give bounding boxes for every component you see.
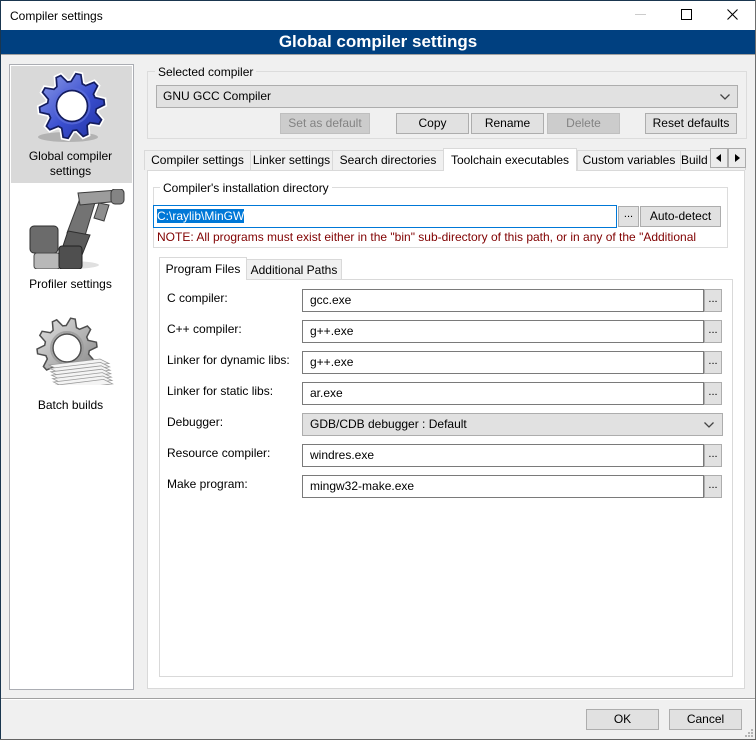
browse-file-button[interactable]: ... [704, 444, 722, 467]
installation-directory-legend: Compiler's installation directory [160, 181, 332, 195]
gray-gear-stack-icon [12, 315, 133, 385]
selected-compiler-legend: Selected compiler [155, 65, 256, 79]
maximize-icon [681, 9, 692, 20]
selected-text: C:\raylib\MinGW [157, 209, 244, 223]
c++-compiler-input[interactable]: g++.exe [302, 320, 704, 343]
note-text: NOTE: All programs must exist either in … [157, 230, 724, 244]
compiler-settings-dialog: Compiler settings Global compiler settin… [0, 0, 756, 740]
arrow-right-icon [734, 154, 740, 162]
maximize-button[interactable] [663, 0, 709, 29]
c-compiler-input[interactable]: gcc.exe [302, 289, 704, 312]
caliper-icon [12, 189, 133, 269]
tab-scroll-left-button[interactable] [710, 148, 728, 168]
browse-file-button[interactable]: ... [704, 382, 722, 405]
sidebar-item-label: Profiler settings [10, 277, 131, 292]
sidebar-item-label: Batch builds [10, 398, 131, 413]
window-title: Compiler settings [10, 8, 103, 24]
field-label: Make program: [167, 477, 248, 491]
compiler-select-value: GNU GCC Compiler [163, 89, 271, 103]
settings-category-list: Global compilersettings Profiler settings… [9, 64, 134, 690]
sidebar-item-profiler-settings[interactable] [12, 189, 133, 272]
chevron-down-icon [704, 422, 714, 428]
page-title: Global compiler settings [1, 30, 755, 54]
debugger-select[interactable]: GDB/CDB debugger : Default [302, 413, 723, 436]
footer-divider-highlight [1, 699, 755, 700]
minimize-button[interactable] [617, 0, 663, 29]
ok-button[interactable]: OK [586, 709, 659, 730]
browse-file-button[interactable]: ... [704, 289, 722, 312]
installation-directory-input[interactable]: C:\raylib\MinGW [153, 205, 617, 228]
window-border-top [0, 0, 756, 1]
tab-custom-variables[interactable]: Custom variables [577, 150, 681, 170]
close-button[interactable] [709, 0, 755, 29]
tab-compiler-settings[interactable]: Compiler settings [144, 150, 251, 170]
field-label: Resource compiler: [167, 446, 270, 460]
field-label: C compiler: [167, 291, 228, 305]
sidebar-item-global-compiler-settings[interactable] [12, 70, 133, 147]
tab-search-directories[interactable]: Search directories [332, 150, 444, 170]
arrow-left-icon [716, 154, 722, 162]
make-program-input[interactable]: mingw32-make.exe [302, 475, 704, 498]
field-value: GDB/CDB debugger : Default [310, 417, 467, 431]
resource-compiler-input[interactable]: windres.exe [302, 444, 704, 467]
auto-detect-button[interactable]: Auto-detect [640, 206, 721, 227]
sidebar-item-label: Global compilersettings [10, 149, 131, 179]
set-as-default-button: Set as default [280, 113, 370, 134]
linker-for-dynamic-libs-input[interactable]: g++.exe [302, 351, 704, 374]
reset-defaults-button[interactable]: Reset defaults [645, 113, 737, 134]
browse-file-button[interactable]: ... [704, 320, 722, 343]
resize-grip[interactable] [745, 729, 753, 737]
field-label: Linker for dynamic libs: [167, 353, 290, 367]
compiler-select[interactable]: GNU GCC Compiler [156, 85, 738, 108]
copy-button[interactable]: Copy [396, 113, 469, 134]
browse-directory-button[interactable]: ... [618, 206, 639, 227]
tab-toolchain-executables[interactable]: Toolchain executables [443, 148, 577, 171]
cancel-button[interactable]: Cancel [669, 709, 742, 730]
chevron-down-icon [720, 94, 730, 100]
field-label: C++ compiler: [167, 322, 242, 336]
field-label: Debugger: [167, 415, 223, 429]
linker-for-static-libs-input[interactable]: ar.exe [302, 382, 704, 405]
tab-linker-settings[interactable]: Linker settings [250, 150, 333, 170]
sidebar-item-batch-builds[interactable] [12, 315, 133, 388]
browse-file-button[interactable]: ... [704, 475, 722, 498]
tab-scroll-right-button[interactable] [728, 148, 746, 168]
minimize-icon [635, 9, 646, 20]
blue-gear-icon [12, 70, 133, 144]
close-icon [727, 9, 738, 20]
tab-program-files[interactable]: Program Files [159, 257, 247, 280]
field-label: Linker for static libs: [167, 384, 273, 398]
rename-button[interactable]: Rename [471, 113, 544, 134]
browse-file-button[interactable]: ... [704, 351, 722, 374]
delete-button: Delete [547, 113, 620, 134]
tab-additional-paths[interactable]: Additional Paths [246, 259, 342, 280]
header-divider [1, 54, 755, 55]
window-border-left [0, 0, 1, 740]
